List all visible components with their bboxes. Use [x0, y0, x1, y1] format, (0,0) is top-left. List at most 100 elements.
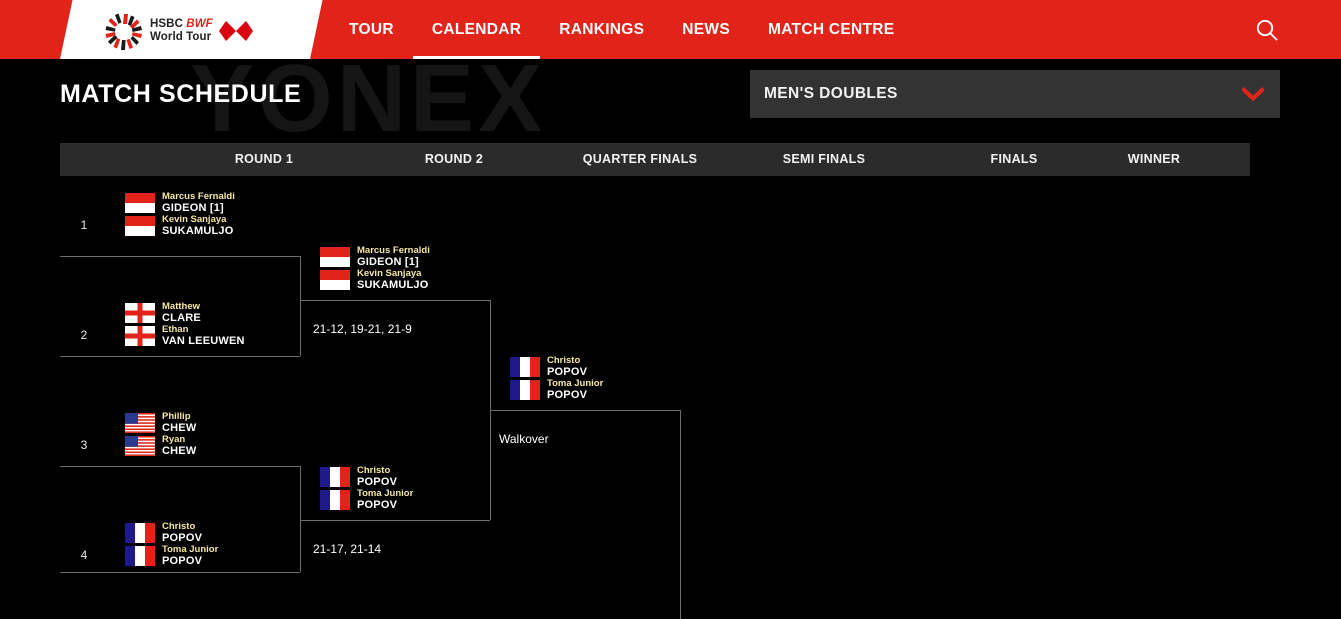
bwf-world-tour-logo[interactable]: HSBC BWF World Tour	[104, 10, 274, 52]
bracket-line	[300, 520, 490, 521]
flag-indonesia-icon	[125, 192, 155, 213]
bracket-line	[680, 410, 681, 619]
nav-item-match-centre[interactable]: MATCH CENTRE	[749, 0, 913, 59]
player-first-name: Toma Junior	[357, 488, 414, 499]
player-entry: Christo POPOV	[125, 521, 218, 544]
nav-item-tour[interactable]: TOUR	[330, 0, 413, 59]
player-last-name: POPOV	[357, 475, 398, 488]
hsbc-hexagon-icon	[218, 21, 253, 41]
page-title: MATCH SCHEDULE	[60, 80, 302, 108]
player-last-name: POPOV	[547, 365, 588, 378]
main-navigation: TOUR CALENDAR RANKINGS NEWS MATCH CENTRE	[330, 0, 913, 59]
column-header-winner: WINNER	[1127, 152, 1181, 166]
player-entry: Kevin Sanjaya SUKAMULJO	[125, 214, 235, 237]
player-first-name: Ryan	[162, 434, 186, 445]
logo-hsbc-text: HSBC	[150, 18, 183, 30]
flag-france-icon	[320, 466, 350, 487]
player-last-name: CLARE	[162, 311, 201, 324]
flag-france-icon	[510, 356, 540, 377]
logo-bwf-text: BWF	[186, 18, 213, 30]
site-header: HSBC BWF World Tour TOUR CALENDAR RANKIN…	[0, 0, 1341, 59]
category-dropdown[interactable]: MEN'S DOUBLES	[750, 70, 1280, 118]
player-last-name: GIDEON [1]	[357, 255, 419, 268]
match-score-qf-1: Walkover	[499, 432, 549, 446]
search-icon[interactable]	[1253, 16, 1281, 44]
player-entry: Marcus Fernaldi GIDEON [1]	[125, 191, 235, 214]
player-last-name: CHEW	[162, 421, 197, 434]
player-entry: Toma Junior POPOV	[320, 488, 414, 511]
column-header-round-2: ROUND 2	[424, 152, 484, 166]
player-first-name: Christo	[162, 521, 196, 532]
bracket-line	[60, 356, 300, 357]
player-first-name: Toma Junior	[547, 378, 604, 389]
match-number: 4	[80, 548, 88, 562]
bracket-line	[300, 466, 301, 572]
bracket-line	[60, 466, 300, 467]
player-entry: Christo POPOV	[320, 465, 413, 488]
player-last-name: GIDEON [1]	[162, 201, 224, 214]
column-header-quarter-finals: QUARTER FINALS	[582, 152, 698, 166]
player-first-name: Toma Junior	[162, 544, 219, 555]
player-last-name: SUKAMULJO	[357, 278, 429, 291]
bracket-match-qf-1[interactable]: Christo POPOV Toma Junior POPOV	[510, 355, 604, 402]
player-last-name: CHEW	[162, 444, 197, 457]
bracket-line	[490, 410, 680, 411]
bracket-match-r2-2[interactable]: Christo POPOV Toma Junior POPOV	[320, 465, 414, 512]
player-entry: Phillip CHEW	[125, 411, 197, 434]
flag-france-icon	[320, 489, 350, 510]
player-entry: Ryan CHEW	[125, 434, 197, 457]
flag-usa-icon	[125, 435, 155, 456]
player-last-name: POPOV	[547, 388, 588, 401]
flag-indonesia-icon	[320, 246, 350, 267]
match-number: 2	[80, 328, 88, 342]
player-entry: Christo POPOV	[510, 355, 603, 378]
match-number: 3	[80, 438, 88, 452]
flag-usa-icon	[125, 412, 155, 433]
player-last-name: POPOV	[162, 554, 203, 567]
player-first-name: Kevin Sanjaya	[162, 214, 227, 225]
player-entry: Toma Junior POPOV	[510, 378, 604, 401]
player-last-name: SUKAMULJO	[162, 224, 234, 237]
player-first-name: Christo	[547, 355, 581, 366]
match-score-r2-2: 21-17, 21-14	[313, 542, 382, 556]
flag-france-icon	[125, 545, 155, 566]
bracket-match-r2-1[interactable]: Marcus Fernaldi GIDEON [1] Kevin Sanjaya…	[320, 245, 430, 292]
player-first-name: Matthew	[162, 301, 200, 312]
logo-text: HSBC BWF World Tour	[150, 18, 213, 44]
player-entry: Matthew CLARE	[125, 301, 245, 324]
flag-indonesia-icon	[125, 215, 155, 236]
player-entry: Marcus Fernaldi GIDEON [1]	[320, 245, 430, 268]
player-entry: Ethan VAN LEEUWEN	[125, 324, 245, 347]
nav-item-rankings[interactable]: RANKINGS	[540, 0, 663, 59]
flag-indonesia-icon	[320, 269, 350, 290]
player-first-name: Phillip	[162, 411, 191, 422]
player-first-name: Marcus Fernaldi	[357, 245, 430, 256]
flag-france-icon	[125, 522, 155, 543]
player-first-name: Kevin Sanjaya	[357, 268, 422, 279]
bracket-line	[300, 300, 490, 301]
player-entry: Toma Junior POPOV	[125, 544, 219, 567]
player-first-name: Christo	[357, 465, 391, 476]
bracket-line	[300, 256, 301, 356]
tournament-bracket: 1 Marcus Fernaldi GIDEON [1] Kevin Sanja…	[0, 176, 1341, 619]
flag-england-icon	[125, 325, 155, 346]
nav-item-news[interactable]: NEWS	[663, 0, 749, 59]
match-number: 1	[80, 218, 88, 232]
flag-france-icon	[510, 379, 540, 400]
bracket-line	[60, 572, 300, 573]
player-first-name: Ethan	[162, 324, 189, 335]
nav-item-calendar[interactable]: CALENDAR	[412, 0, 541, 59]
logo-world-tour-text: World Tour	[150, 31, 212, 43]
player-first-name: Marcus Fernaldi	[162, 191, 235, 202]
player-last-name: VAN LEEUWEN	[162, 334, 245, 347]
bracket-line	[60, 256, 300, 257]
category-dropdown-value: MEN'S DOUBLES	[764, 85, 898, 102]
column-header-semi-finals: SEMI FINALS	[782, 152, 866, 166]
match-score-r2-1: 21-12, 19-21, 21-9	[313, 322, 412, 336]
round-headers: ROUND 1 ROUND 2 QUARTER FINALS SEMI FINA…	[60, 143, 1250, 176]
flag-england-icon	[125, 302, 155, 323]
player-last-name: POPOV	[357, 498, 398, 511]
chevron-down-icon	[1241, 87, 1265, 102]
match-schedule-page: HSBC BWF World Tour TOUR CALENDAR RANKIN…	[0, 0, 1341, 619]
player-last-name: POPOV	[162, 531, 203, 544]
